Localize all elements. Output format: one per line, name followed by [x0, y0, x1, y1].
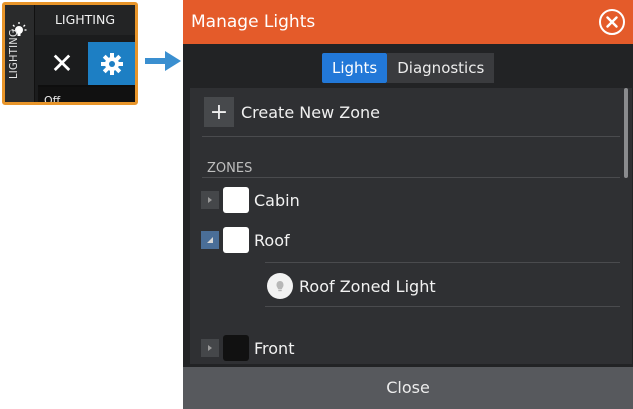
triangle-right-glyph [208, 197, 212, 203]
zone-row-front[interactable]: Front [201, 335, 294, 361]
collapse-icon[interactable] [201, 231, 219, 249]
dialog-title: Manage Lights [191, 12, 316, 32]
widget-vertical-label: LIGHTING [7, 29, 20, 79]
plus-icon: + [204, 97, 234, 127]
zone-row-cabin[interactable]: Cabin [201, 187, 300, 213]
light-glyph [276, 281, 284, 292]
tab-lights[interactable]: Lights [322, 53, 388, 83]
widget-side-panel: LIGHTING [5, 5, 35, 102]
zones-header: ZONES [207, 161, 253, 176]
close-button[interactable]: Close [183, 367, 633, 409]
light-row-roof-zoned-light[interactable]: Roof Zoned Light [267, 272, 436, 300]
triangle-open-glyph [207, 237, 213, 243]
scrollbar[interactable] [624, 88, 628, 178]
divider [265, 306, 620, 307]
lighting-widget: LIGHTING LIGHTING ✕ Off [2, 2, 138, 105]
gear-icon[interactable] [88, 42, 135, 86]
gear-glyph [101, 53, 123, 75]
create-new-zone-button[interactable]: + Create New Zone [204, 96, 380, 128]
light-icon [267, 273, 293, 299]
expand-icon[interactable] [201, 339, 219, 357]
zone-color-swatch[interactable] [223, 227, 249, 253]
widget-state-label: Off [38, 85, 135, 102]
divider [202, 177, 620, 178]
close-icon[interactable]: ✕ [39, 42, 85, 86]
zone-label: Cabin [254, 190, 300, 210]
dialog-titlebar: Manage Lights [183, 0, 633, 44]
close-glyph [606, 16, 618, 28]
zones-list[interactable]: + Create New Zone ZONES Cabin Roof Roof … [190, 88, 632, 364]
widget-title: LIGHTING [35, 5, 135, 35]
close-icon[interactable] [599, 9, 625, 35]
manage-lights-dialog: Manage Lights Lights Diagnostics + Creat… [183, 0, 633, 409]
create-new-zone-label: Create New Zone [241, 102, 380, 122]
zone-color-swatch[interactable] [223, 187, 249, 213]
zone-label: Front [254, 338, 295, 358]
zone-row-roof[interactable]: Roof [201, 227, 290, 253]
tab-diagnostics[interactable]: Diagnostics [387, 53, 495, 83]
zone-color-swatch[interactable] [223, 335, 249, 361]
triangle-right-glyph [208, 345, 212, 351]
divider [265, 262, 620, 263]
light-label: Roof Zoned Light [299, 276, 436, 296]
expand-icon[interactable] [201, 191, 219, 209]
dialog-tabs: Lights Diagnostics [322, 53, 495, 83]
divider [202, 136, 620, 137]
zone-label: Roof [254, 230, 290, 250]
arrow-right-icon [145, 51, 181, 71]
